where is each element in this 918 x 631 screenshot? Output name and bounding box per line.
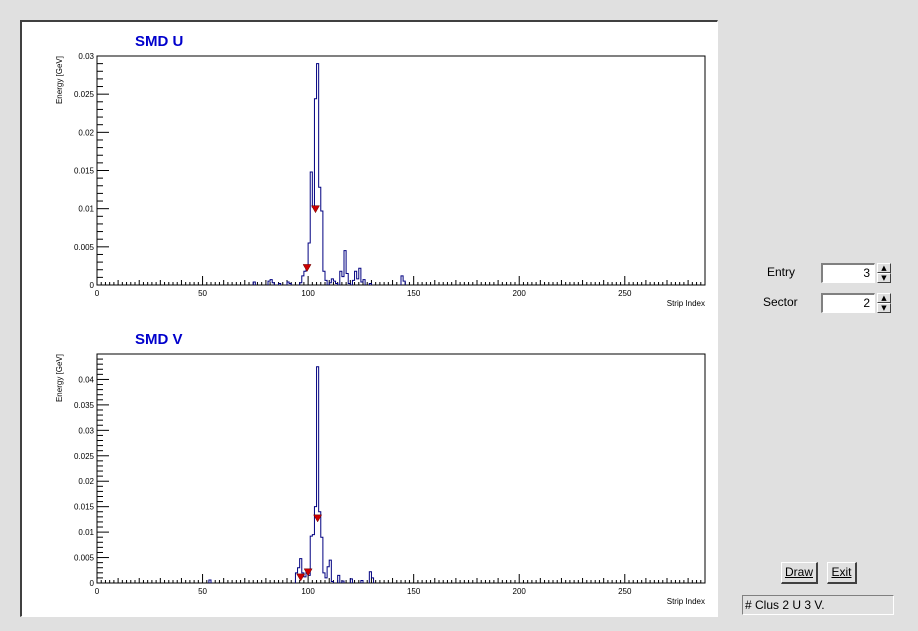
entry-label: Entry: [767, 265, 796, 279]
histogram-step: [337, 574, 341, 583]
histogram-step: [349, 578, 353, 583]
entry-increment-button[interactable]: ▲: [877, 263, 891, 273]
x-axis-title: Strip Index: [667, 597, 705, 606]
y-tick-label: 0.015: [74, 503, 95, 512]
sector-decrement-button[interactable]: ▼: [877, 303, 891, 313]
status-bar: # Clus 2 U 3 V.: [742, 595, 894, 615]
y-tick-label: 0.005: [74, 554, 95, 563]
sector-spinner[interactable]: ▲ ▼: [877, 293, 891, 313]
y-tick-label: 0.03: [78, 52, 94, 61]
y-axis-title: Energy [GeV]: [55, 56, 64, 104]
y-tick-label: 0.035: [74, 401, 95, 410]
histogram-canvas: SMD U 0 50 100 150 200 250 0 0.005 0.01 0.015 0.02 0…: [55, 33, 706, 606]
entry-spinner[interactable]: ▲ ▼: [877, 263, 891, 283]
y-tick-label: 0.04: [78, 375, 94, 384]
cluster-marker: [303, 568, 313, 577]
histogram-step: [267, 279, 275, 285]
plot-title: SMD V: [135, 331, 183, 348]
y-tick-label: 0.025: [74, 452, 95, 461]
y-tick-label: 0: [90, 579, 95, 588]
histogram-step: [400, 275, 406, 285]
y-tick-label: 0.02: [78, 477, 94, 486]
cluster-marker: [302, 264, 312, 272]
x-tick-label: 100: [301, 587, 315, 596]
plot-frame: [96, 55, 706, 286]
sector-increment-button[interactable]: ▲: [877, 293, 891, 303]
x-tick-label: 100: [301, 289, 315, 298]
y-tick-label: 0.015: [74, 167, 95, 176]
y-tick-label: 0.03: [78, 426, 94, 435]
x-tick-label: 0: [95, 289, 100, 298]
x-tick-label: 50: [198, 587, 207, 596]
sector-input[interactable]: 2: [821, 293, 875, 313]
y-axis-title: Energy [GeV]: [55, 354, 64, 402]
x-tick-label: 0: [95, 587, 100, 596]
x-tick-label: 250: [618, 587, 632, 596]
entry-input[interactable]: 3: [821, 263, 875, 283]
y-tick-label: 0.01: [78, 528, 94, 537]
x-tick-label: 200: [513, 587, 527, 596]
root-canvas[interactable]: SMD U 0 50 100 150 200 250 0 0.005 0.01 0.015 0.02 0…: [20, 20, 718, 617]
x-tick-label: 250: [618, 289, 632, 298]
sector-label: Sector: [763, 295, 798, 309]
entry-decrement-button[interactable]: ▼: [877, 273, 891, 283]
histogram-step: [339, 250, 351, 285]
plot-title: SMD U: [135, 33, 183, 50]
x-tick-label: 200: [513, 289, 527, 298]
y-tick-label: 0.01: [78, 205, 94, 214]
cluster-marker: [311, 205, 320, 214]
x-axis-title: Strip Index: [667, 299, 705, 308]
plot-frame: [96, 353, 706, 584]
y-tick-label: 0.025: [74, 90, 95, 99]
draw-button[interactable]: Draw: [781, 562, 818, 584]
y-tick-label: 0.005: [74, 243, 95, 252]
y-tick-label: 0.02: [78, 128, 94, 137]
exit-button[interactable]: Exit: [827, 562, 857, 584]
x-tick-label: 150: [407, 587, 421, 596]
y-tick-label: 0: [90, 281, 95, 290]
x-tick-label: 150: [407, 289, 421, 298]
histogram-step: [299, 63, 328, 285]
x-tick-label: 50: [198, 289, 207, 298]
histogram-step: [294, 366, 334, 583]
